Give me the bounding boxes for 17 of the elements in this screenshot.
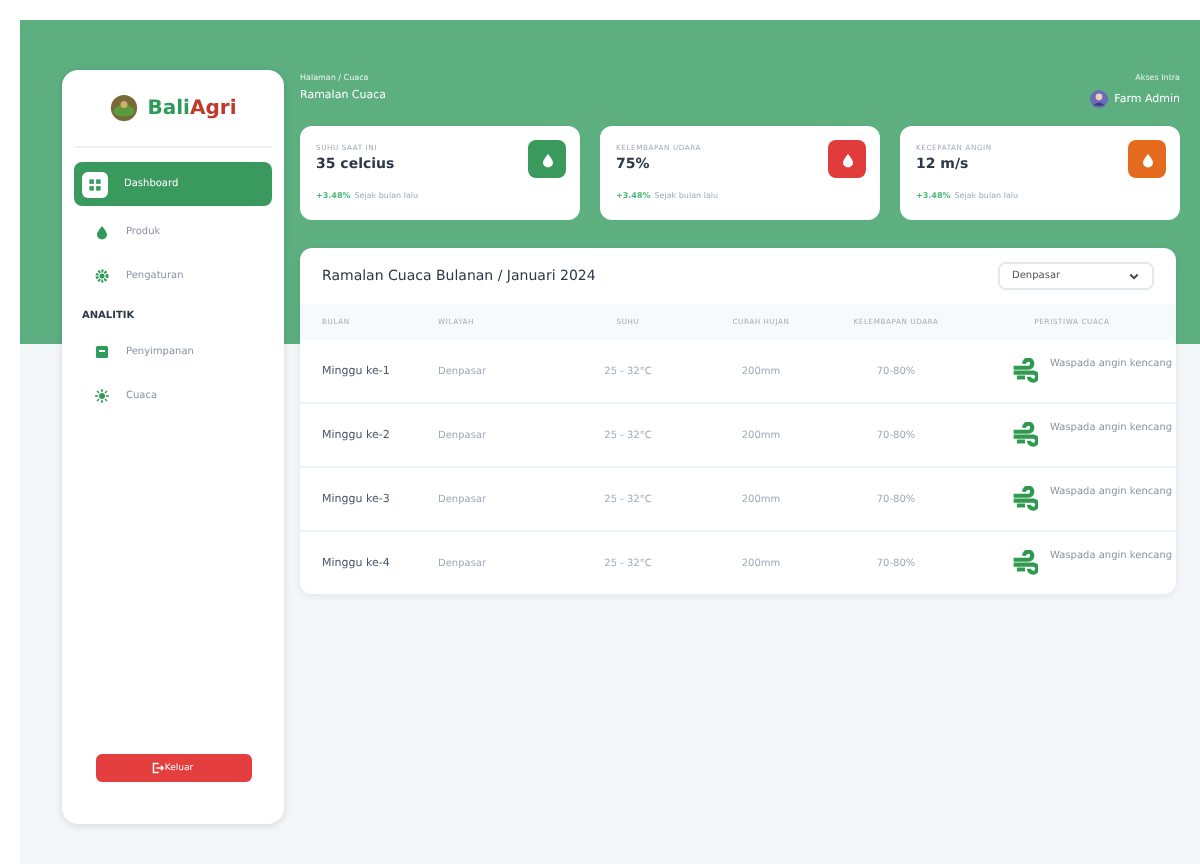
wind-icon [1012, 486, 1038, 512]
chevron-down-icon [1128, 270, 1140, 282]
avatar-icon [1090, 90, 1109, 108]
wind-icon [1012, 422, 1038, 448]
logo-icon [109, 94, 138, 122]
sun-icon [94, 388, 110, 404]
drop-icon [94, 224, 110, 240]
drop-icon [539, 151, 555, 167]
drop-icon [1139, 151, 1155, 167]
drop-icon [839, 151, 855, 167]
box-icon [94, 344, 110, 360]
gear-icon [94, 268, 110, 284]
wind-icon [1012, 358, 1038, 384]
brand-name: BaliAgri [147, 97, 237, 119]
exit-icon [152, 762, 165, 774]
grid-icon [86, 175, 104, 193]
wind-icon [1012, 550, 1038, 576]
